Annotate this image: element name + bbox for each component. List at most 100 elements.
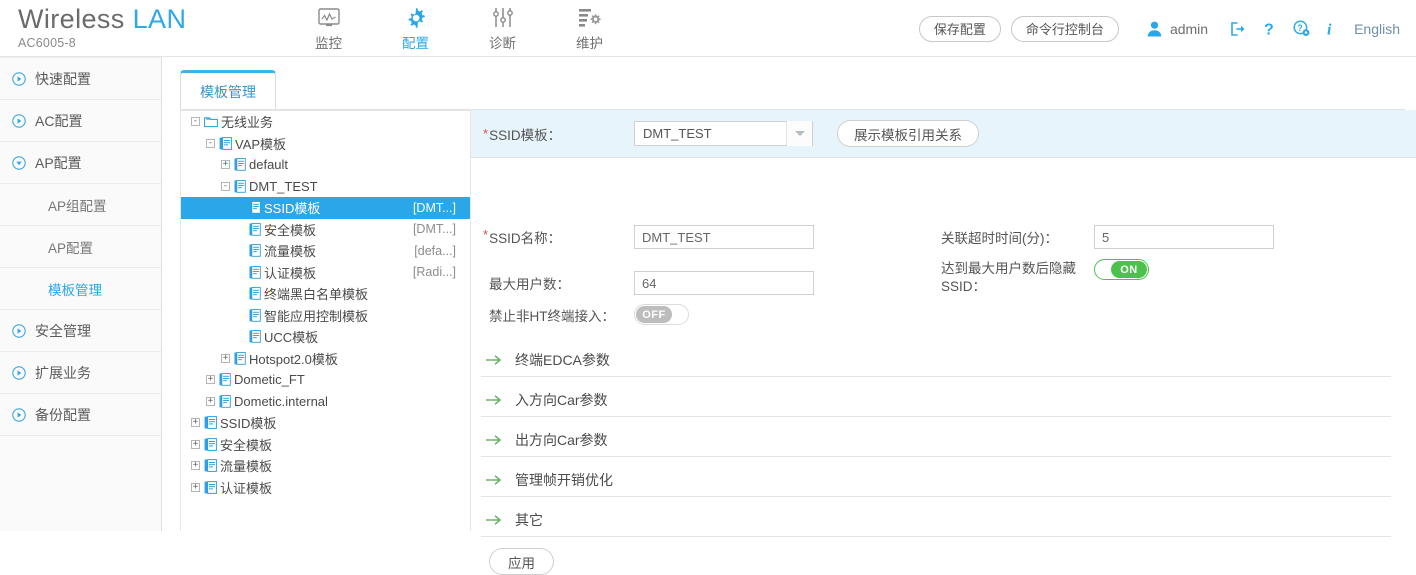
hide-ssid-toggle[interactable]: ON [1094, 259, 1149, 280]
nav-item-maintenance[interactable]: 维护 [546, 0, 633, 57]
section-2[interactable]: 出方向Car参数 [481, 423, 1391, 457]
section-1[interactable]: 入方向Car参数 [481, 383, 1391, 417]
template-icon [234, 179, 246, 193]
template-icon [249, 308, 261, 322]
tree-node[interactable]: SSID模板 [DMT...] [181, 197, 470, 219]
tree-node[interactable]: + Hotspot2.0模板 [181, 348, 470, 370]
tree-node-label: 智能应用控制模板 [264, 308, 369, 324]
disable-nonht-toggle[interactable]: OFF [634, 304, 689, 325]
tree-expand-icon[interactable]: + [191, 439, 200, 449]
sidebar-item-8[interactable]: 备份配置 [0, 394, 161, 436]
tree-node-label: Hotspot2.0模板 [249, 351, 338, 367]
tree-collapse-icon[interactable]: - [221, 181, 230, 191]
info-icon[interactable]: i [1327, 20, 1337, 38]
tree-expand-icon[interactable]: + [206, 396, 215, 406]
tree-node-value: [Radi...] [412, 265, 456, 280]
template-folder-icon [204, 459, 217, 473]
form-area: * SSID名称： 最大用户数： 禁止非HT终端接入： OFF 关联超时时间(分… [471, 158, 1416, 575]
tree-expand-icon[interactable]: + [221, 160, 230, 170]
logout-icon[interactable] [1230, 21, 1246, 37]
tree-node[interactable]: + default [181, 154, 470, 176]
show-template-relation-button[interactable]: 展示模板引用关系 [837, 120, 979, 147]
tree-expand-icon[interactable]: + [206, 375, 215, 385]
tree-node-value: [DMT...] [412, 200, 456, 215]
tree-node[interactable]: - DMT_TEST [181, 176, 470, 198]
tree-node[interactable]: UCC模板 [181, 326, 470, 348]
language-selector[interactable]: English [1354, 21, 1400, 37]
tree-node[interactable]: + 流量模板 [181, 455, 470, 477]
tree-node[interactable]: + 认证模板 [181, 477, 470, 499]
tree-node[interactable]: + Dometic.internal [181, 391, 470, 413]
tree-node[interactable]: 智能应用控制模板 [181, 305, 470, 327]
tree-node[interactable]: 终端黑白名单模板 [181, 283, 470, 305]
help-settings-icon[interactable]: ? [1293, 20, 1310, 37]
tree-collapse-icon[interactable]: - [191, 117, 200, 127]
arrow-right-icon [485, 354, 507, 366]
tree-node[interactable]: - 无线业务 [181, 111, 470, 133]
cli-console-button[interactable]: 命令行控制台 [1010, 15, 1119, 42]
help-icon[interactable]: ? [1263, 20, 1276, 38]
sidebar-item-1[interactable]: AC配置 [0, 100, 161, 142]
svg-text:?: ? [1297, 23, 1303, 33]
tree-node-label: UCC模板 [264, 330, 319, 346]
ssid-template-select[interactable]: DMT_TEST [634, 121, 813, 146]
tree-node-label: default [249, 157, 289, 173]
tree-toggle-spacer [236, 203, 245, 212]
sidebar-item-4[interactable]: AP配置 [0, 226, 161, 268]
section-4[interactable]: 其它 [481, 503, 1391, 537]
sidebar-item-3[interactable]: AP组配置 [0, 184, 161, 226]
tree-node[interactable]: 认证模板 [Radi...] [181, 262, 470, 284]
tab-template-management[interactable]: 模板管理 [180, 70, 276, 110]
required-marker: * [483, 227, 489, 242]
nav-item-config[interactable]: 配置 [372, 0, 459, 57]
tree-expand-icon[interactable]: + [191, 418, 200, 428]
tree-node[interactable]: 流量模板 [defa...] [181, 240, 470, 262]
tree-node[interactable]: + Dometic_FT [181, 369, 470, 391]
section-label: 入方向Car参数 [515, 391, 608, 408]
tree-expand-icon[interactable]: + [191, 461, 200, 471]
tree-node-label: SSID模板 [264, 201, 321, 217]
disable-nonht-row: 禁止非HT终端接入： OFF [483, 304, 689, 325]
tree-expand-icon[interactable]: + [191, 482, 200, 492]
sidebar-item-label: 备份配置 [35, 406, 91, 423]
tree-toggle-spacer [236, 289, 245, 298]
disable-nonht-toggle-state: OFF [636, 306, 672, 323]
main-nav: 监控 配置 诊断 维护 [285, 0, 633, 57]
required-marker: * [483, 126, 489, 141]
save-config-button[interactable]: 保存配置 [918, 15, 1001, 42]
nav-item-monitor[interactable]: 监控 [285, 0, 372, 57]
tree-collapse-icon[interactable]: - [206, 138, 215, 148]
sidebar-item-2[interactable]: AP配置 [0, 142, 161, 184]
tree-node[interactable]: 安全模板 [DMT...] [181, 219, 470, 241]
max-users-input[interactable] [634, 271, 814, 295]
nav-item-diagnose[interactable]: 诊断 [459, 0, 546, 57]
ssid-name-input[interactable] [634, 225, 814, 249]
sidebar-item-label: 快速配置 [35, 70, 91, 87]
template-icon [249, 287, 261, 301]
chevron-down-icon[interactable] [786, 121, 812, 146]
sidebar-item-5[interactable]: 模板管理 [0, 268, 161, 310]
ssid-name-row: * SSID名称： [483, 225, 814, 249]
sidebar-item-6[interactable]: 安全管理 [0, 310, 161, 352]
sidebar-item-7[interactable]: 扩展业务 [0, 352, 161, 394]
brand-title-main: Wireless [18, 4, 125, 34]
tree-node[interactable]: - VAP模板 [181, 133, 470, 155]
assoc-timeout-input[interactable] [1094, 225, 1274, 249]
section-3[interactable]: 管理帧开销优化 [481, 463, 1391, 497]
apply-button[interactable]: 应用 [489, 548, 554, 575]
template-tree[interactable]: - 无线业务 - VAP模板 + default - DMT_TEST SSID模板 [DMT..… [180, 110, 470, 531]
tree-expand-icon[interactable]: + [221, 353, 230, 363]
section-0[interactable]: 终端EDCA参数 [481, 343, 1391, 377]
nav-label-monitor: 监控 [315, 35, 342, 51]
user-avatar-icon [1147, 21, 1162, 37]
nav-label-config: 配置 [402, 35, 429, 51]
sidebar-item-label: AP配置 [48, 240, 94, 256]
max-users-label: 最大用户数： [489, 277, 570, 292]
tree-node[interactable]: + 安全模板 [181, 434, 470, 456]
disable-nonht-label: 禁止非HT终端接入： [489, 308, 615, 324]
tree-node-label: 流量模板 [220, 459, 273, 475]
sidebar-item-0[interactable]: 快速配置 [0, 58, 161, 100]
tree-node[interactable]: + SSID模板 [181, 412, 470, 434]
brand-title: Wireless LAN [18, 3, 186, 35]
template-icon [234, 158, 246, 172]
